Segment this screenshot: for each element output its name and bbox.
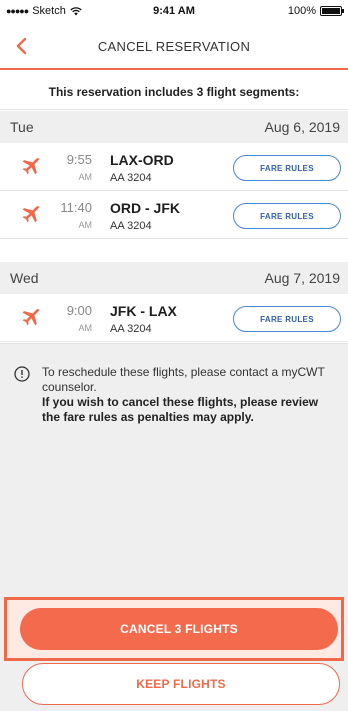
departure-ampm: AM (78, 220, 93, 230)
airplane-icon (22, 206, 40, 223)
notice-text: To reschedule these flights, please cont… (42, 365, 332, 425)
fare-rules-button[interactable]: FARE RULES (233, 306, 341, 332)
battery-icon (320, 6, 344, 16)
flight-row: 11:40 AM ORD - JFK AA 3204 FARE RULES (0, 191, 348, 239)
notice-message: To reschedule these flights, please cont… (42, 365, 325, 394)
info-icon (14, 366, 30, 382)
day-name: Wed (10, 270, 39, 286)
fare-rules-button[interactable]: FARE RULES (233, 203, 341, 229)
battery-fill (322, 8, 340, 14)
cancel-flights-button[interactable]: CANCEL 3 FLIGHTS (20, 608, 338, 650)
flight-number: AA 3204 (110, 172, 152, 184)
action-area: CANCEL 3 FLIGHTS KEEP FLIGHTS (0, 595, 348, 711)
keep-flights-button[interactable]: KEEP FLIGHTS (22, 663, 340, 705)
page-title: CANCEL RESERVATION (97, 39, 251, 54)
segments-banner: This reservation includes 3 flight segme… (0, 74, 348, 110)
departure-ampm: AM (78, 323, 93, 333)
flight-route: ORD - JFK (110, 200, 180, 216)
status-bar: ●●●●● Sketch 9:41 AM 100% (0, 0, 348, 22)
day-name: Tue (10, 119, 34, 135)
flight-route: LAX-ORD (110, 152, 174, 168)
flight-number: AA 3204 (110, 323, 152, 335)
departure-ampm: AM (78, 172, 93, 182)
notice-panel: To reschedule these flights, please cont… (0, 343, 348, 595)
flight-route: JFK - LAX (110, 303, 177, 319)
day-header: Tue Aug 6, 2019 (0, 111, 348, 143)
flight-row: 9:55 AM LAX-ORD AA 3204 FARE RULES (0, 143, 348, 191)
airplane-icon (22, 309, 40, 326)
flight-row: 9:00 AM JFK - LAX AA 3204 FARE RULES (0, 294, 348, 342)
battery-group: 100% (287, 5, 344, 17)
fare-rules-button[interactable]: FARE RULES (233, 155, 341, 181)
day-date: Aug 7, 2019 (264, 270, 340, 286)
notice-warning: If you wish to cancel these flights, ple… (42, 395, 319, 424)
departure-time: 9:00 (66, 303, 92, 318)
nav-bar: CANCEL RESERVATION (0, 22, 348, 70)
departure-time: 11:40 (60, 200, 92, 215)
battery-percent: 100% (287, 5, 316, 17)
flight-number: AA 3204 (110, 220, 152, 232)
day-date: Aug 6, 2019 (264, 119, 340, 135)
day-header: Wed Aug 7, 2019 (0, 262, 348, 294)
airplane-icon (22, 158, 40, 175)
departure-time: 9:55 (66, 152, 92, 167)
